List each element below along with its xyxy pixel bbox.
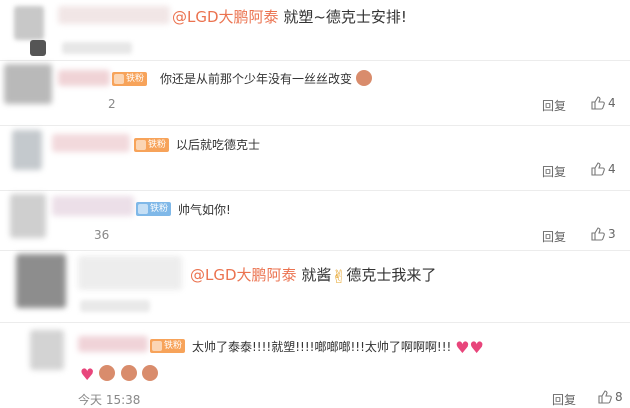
comment-meta: 2 bbox=[108, 97, 116, 111]
divider bbox=[0, 125, 630, 126]
mention-link[interactable]: @LGD大鹏阿泰 bbox=[190, 266, 297, 284]
divider bbox=[0, 322, 630, 323]
comment-text: 以后就吃德克士 bbox=[176, 138, 261, 152]
divider bbox=[0, 250, 630, 251]
comment-text: 帅气如你! bbox=[178, 203, 231, 217]
username[interactable] bbox=[78, 256, 182, 290]
thumbs-up-icon bbox=[591, 96, 605, 110]
like-button[interactable]: 4 bbox=[591, 96, 616, 110]
face-emoji-icon bbox=[141, 365, 158, 381]
comment-text: 太帅了泰泰!!!!就塑!!!!啷啷啷!!!太帅了啊啊啊!!! ♥♥ bbox=[192, 338, 484, 357]
like-button[interactable]: 4 bbox=[591, 162, 616, 176]
badge-label: 铁粉 bbox=[148, 140, 167, 150]
fan-badge: 铁粉 bbox=[112, 72, 148, 86]
thumbs-up-icon bbox=[598, 390, 612, 404]
reply-button[interactable]: 回复 bbox=[542, 228, 566, 245]
comment-timestamp: 今天 15:38 bbox=[78, 393, 141, 407]
badge-label: 铁粉 bbox=[164, 341, 183, 351]
fan-badge-icon bbox=[136, 140, 146, 150]
fan-badge-icon bbox=[114, 74, 124, 84]
comment-body: 德克士我来了 bbox=[346, 266, 437, 284]
comment-text: 你还是从前那个少年没有一丝丝改变 bbox=[160, 70, 372, 87]
face-emoji-icon bbox=[99, 365, 116, 381]
comment-meta bbox=[80, 300, 150, 312]
avatar[interactable] bbox=[4, 64, 52, 104]
fan-badge: 铁粉 bbox=[150, 339, 186, 353]
fan-badge: 铁粉 bbox=[134, 138, 170, 152]
victory-hand-emoji-icon: ✌ bbox=[331, 267, 347, 288]
username[interactable] bbox=[58, 70, 110, 86]
comment-body: 太帅了泰泰!!!!就塑!!!!啷啷啷!!!太帅了啊啊啊!!! bbox=[192, 340, 452, 354]
username[interactable] bbox=[78, 336, 148, 352]
like-button[interactable]: 3 bbox=[591, 227, 616, 241]
avatar[interactable] bbox=[10, 194, 46, 238]
divider bbox=[0, 60, 630, 61]
avatar[interactable] bbox=[14, 6, 44, 40]
reply-button[interactable]: 回复 bbox=[552, 391, 576, 408]
avatar[interactable] bbox=[12, 130, 42, 170]
comment-body: 你还是从前那个少年没有一丝丝改变 bbox=[160, 72, 353, 86]
avatar bbox=[30, 40, 46, 56]
comment-meta bbox=[62, 42, 132, 54]
fan-badge-icon bbox=[138, 204, 148, 214]
badge-label: 铁粉 bbox=[150, 204, 169, 214]
divider bbox=[0, 190, 630, 191]
like-count: 8 bbox=[615, 390, 623, 404]
thumbs-up-icon bbox=[591, 162, 605, 176]
comment-body: 就酱 bbox=[301, 266, 332, 284]
face-emoji-icon bbox=[120, 365, 137, 381]
avatar[interactable] bbox=[16, 254, 66, 308]
username[interactable] bbox=[52, 134, 130, 152]
comment-meta: 36 bbox=[94, 228, 110, 242]
heart-emoji-icon: ♥ bbox=[80, 365, 95, 384]
comment-text: @LGD大鹏阿泰 就塑~德克士安排! bbox=[172, 6, 407, 27]
emoji-line: ♥ bbox=[80, 363, 158, 384]
fan-badge: 铁粉 bbox=[136, 202, 172, 216]
like-count: 4 bbox=[608, 162, 616, 176]
thumbs-up-icon bbox=[591, 227, 605, 241]
face-emoji-icon bbox=[355, 70, 372, 86]
avatar[interactable] bbox=[30, 330, 64, 370]
like-button[interactable]: 8 bbox=[598, 390, 623, 404]
username[interactable] bbox=[52, 196, 134, 216]
mention-link[interactable]: @LGD大鹏阿泰 bbox=[172, 8, 279, 26]
reply-button[interactable]: 回复 bbox=[542, 163, 566, 180]
comment-text: @LGD大鹏阿泰 就酱✌德克士我来了 bbox=[190, 264, 436, 288]
fan-badge-icon bbox=[152, 341, 162, 351]
comment-body: 就塑~德克士安排! bbox=[283, 8, 407, 26]
like-count: 3 bbox=[608, 227, 616, 241]
badge-label: 铁粉 bbox=[126, 74, 145, 84]
username[interactable] bbox=[58, 6, 170, 24]
like-count: 4 bbox=[608, 96, 616, 110]
heart-emoji-icon: ♥ bbox=[455, 338, 470, 357]
heart-emoji-icon: ♥ bbox=[469, 338, 484, 357]
reply-button[interactable]: 回复 bbox=[542, 97, 566, 114]
